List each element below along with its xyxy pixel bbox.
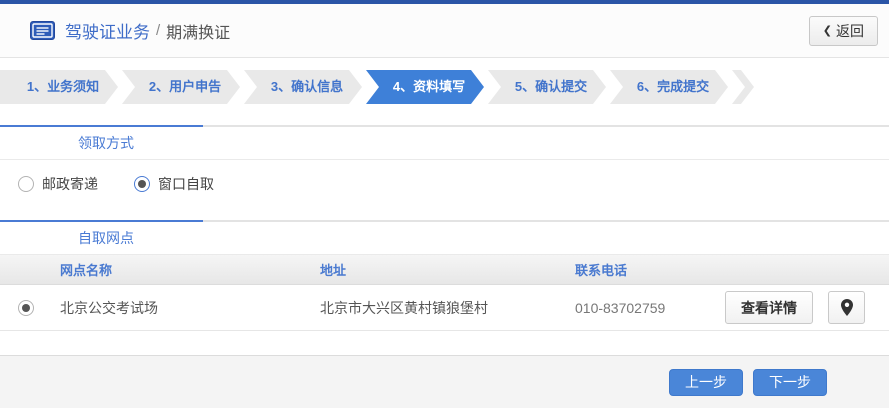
table-header-row: 网点名称 地址 联系电话 — [0, 255, 889, 285]
radio-option-window-pickup[interactable]: 窗口自取 — [134, 174, 214, 194]
breadcrumb: 驾驶证业务 / 期满换证 — [30, 18, 230, 43]
back-button-label: 返回 — [836, 21, 864, 41]
section-accent-line — [0, 220, 889, 222]
radio-option-label: 邮政寄递 — [42, 174, 98, 194]
step-4-fill-in-data[interactable]: 4、资料填写 — [366, 70, 484, 104]
table-header-address: 地址 — [320, 260, 575, 279]
location-pin-icon — [841, 299, 853, 316]
radio-unselected-icon — [18, 176, 34, 192]
row-location-name: 北京公交考试场 — [60, 298, 320, 318]
license-card-icon — [30, 21, 55, 40]
step-3-confirm-info[interactable]: 3、确认信息 — [244, 70, 362, 104]
pickup-method-title: 领取方式 — [0, 127, 889, 160]
page: 驾驶证业务 / 期满换证 ❮ 返回 1、业务须知 2、用户申告 3、确认信息 4… — [0, 0, 889, 408]
step-5-confirm-submit[interactable]: 5、确认提交 — [488, 70, 606, 104]
pickup-location-table: 网点名称 地址 联系电话 北京公交考试场 北京市大兴区黄村镇狼堡村 010-83… — [0, 255, 889, 331]
back-button[interactable]: ❮ 返回 — [809, 16, 878, 46]
step-2-user-declaration[interactable]: 2、用户申告 — [122, 70, 240, 104]
pickup-method-section: 领取方式 邮政寄递 窗口自取 — [0, 125, 889, 207]
chevron-left-icon: ❮ — [823, 24, 832, 37]
table-row: 北京公交考试场 北京市大兴区黄村镇狼堡村 010-83702759 查看详情 — [0, 285, 889, 331]
radio-option-label: 窗口自取 — [158, 174, 214, 194]
next-step-button[interactable]: 下一步 — [753, 369, 827, 396]
table-header-name: 网点名称 — [60, 260, 320, 279]
footer-bar: 上一步 下一步 — [0, 355, 889, 408]
section-accent-line-blue — [0, 125, 203, 127]
prev-step-button[interactable]: 上一步 — [669, 369, 743, 396]
map-pin-button[interactable] — [828, 291, 865, 324]
step-1-business-notice[interactable]: 1、业务须知 — [0, 70, 118, 104]
row-radio-selected[interactable] — [18, 300, 34, 316]
section-accent-line — [0, 125, 889, 127]
pickup-method-options: 邮政寄递 窗口自取 — [0, 160, 889, 207]
section-accent-line-blue — [0, 220, 203, 222]
breadcrumb-separator: / — [156, 22, 160, 39]
row-radio-cell — [0, 300, 60, 316]
radio-selected-icon — [134, 176, 150, 192]
step-wizard-tail — [732, 70, 754, 104]
row-actions: 查看详情 — [725, 291, 889, 324]
row-location-address: 北京市大兴区黄村镇狼堡村 — [320, 298, 575, 318]
page-title-secondary: 期满换证 — [166, 19, 230, 43]
pickup-location-section: 自取网点 网点名称 地址 联系电话 北京公交考试场 北京市大兴区黄村镇狼堡村 0… — [0, 220, 889, 331]
step-6-complete-submit[interactable]: 6、完成提交 — [610, 70, 728, 104]
page-header: 驾驶证业务 / 期满换证 ❮ 返回 — [0, 4, 889, 58]
pickup-location-title: 自取网点 — [0, 222, 889, 255]
row-location-phone: 010-83702759 — [575, 300, 725, 316]
step-wizard: 1、业务须知 2、用户申告 3、确认信息 4、资料填写 5、确认提交 6、完成提… — [0, 70, 889, 104]
table-header-phone: 联系电话 — [575, 260, 725, 279]
page-title-primary: 驾驶证业务 — [65, 18, 150, 43]
view-details-button[interactable]: 查看详情 — [725, 291, 813, 324]
radio-option-postal-delivery[interactable]: 邮政寄递 — [18, 174, 98, 194]
